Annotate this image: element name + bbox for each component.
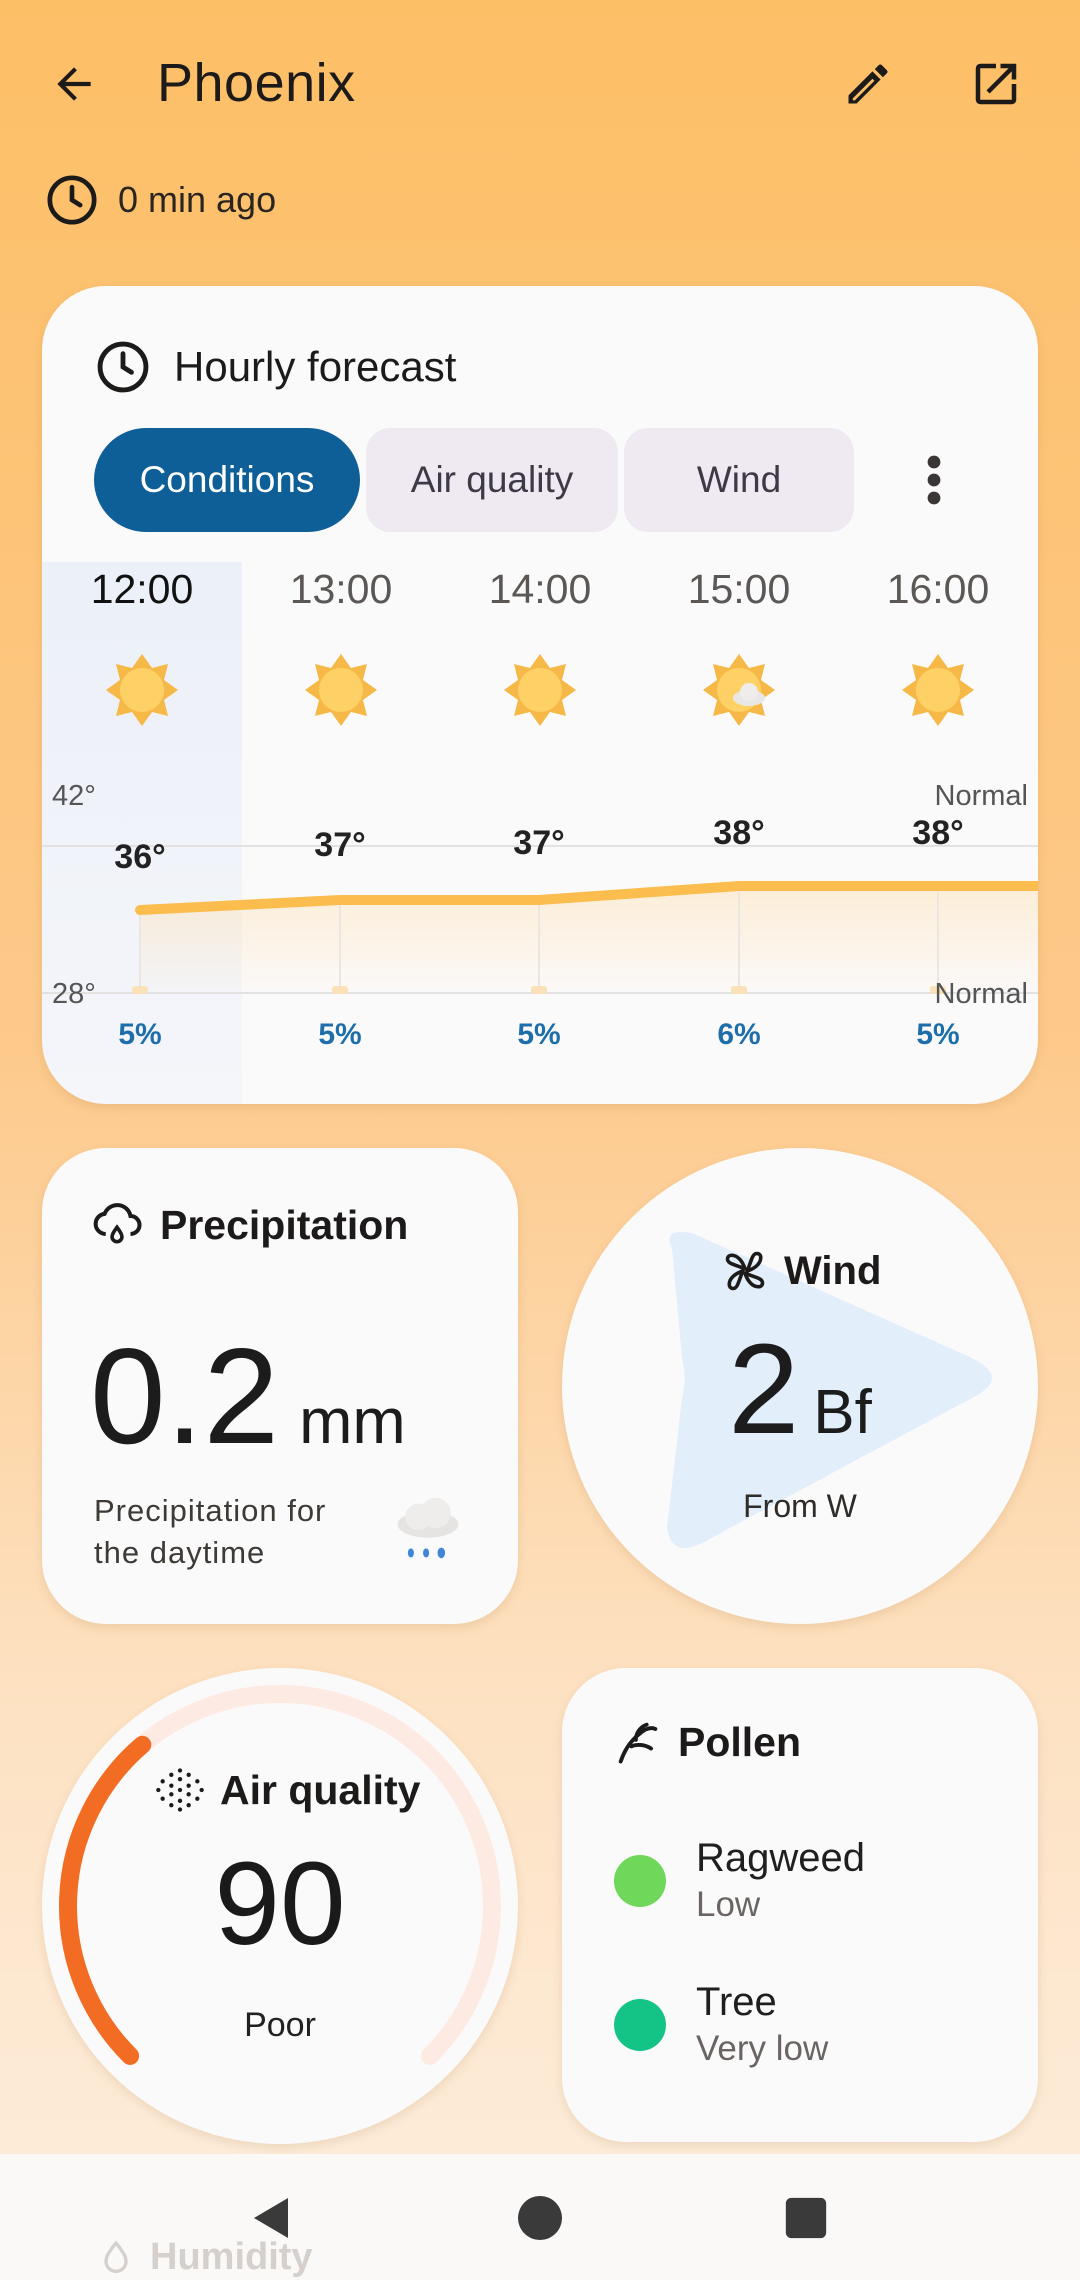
pollen-card[interactable]: Pollen Ragweed Low Tree Very low [562,1668,1038,2142]
wind-title: Wind [784,1248,882,1293]
last-updated: 0 min ago [44,172,276,228]
nav-home-button[interactable] [508,2186,572,2250]
hour-time: 13:00 [289,566,393,612]
wind-value: 2 [728,1318,800,1461]
air-quality-level: Poor [244,2006,316,2044]
hour-temp: 38° [912,814,964,852]
air-quality-index: 90 [214,1838,346,1970]
air-particles-icon [156,1768,204,1812]
arrow-left-icon [57,67,91,101]
hour-time: 16:00 [886,566,990,612]
hourly-header: Hourly forecast [94,338,456,396]
hour-column[interactable]: 15:00 [639,566,839,613]
nav-back-button[interactable] [240,2186,304,2250]
hour-time: 14:00 [488,566,592,612]
hour-precip-chance: 6% [717,1018,761,1051]
wind-direction: From W [743,1488,857,1524]
nav-recents-icon [785,2197,827,2239]
updated-text: 0 min ago [118,179,277,220]
hour-time: 12:00 [90,566,194,612]
sun-icon [504,654,576,726]
pollen-level-indicator [614,1854,666,1907]
hour-column[interactable]: 14:00 [440,566,640,613]
scale-low-temp: 28° [52,978,96,1010]
hour-column[interactable]: 16:00 [838,566,1038,613]
pollen-level-indicator [614,1998,666,2051]
pencil-icon [848,64,888,104]
tab-conditions[interactable]: Conditions [94,428,360,532]
tab-wind[interactable]: Wind [624,428,854,532]
pollen-level: Very low [696,2029,829,2068]
air-quality-title: Air quality [220,1766,421,1813]
pollen-item-ragweed: Ragweed Low [614,1836,865,1925]
precipitation-card[interactable]: Precipitation 0.2 mm Precipitation for t… [42,1148,518,1624]
hourly-title: Hourly forecast [174,343,457,390]
plant-icon [618,1722,658,1764]
rain-cloud-icon [397,1497,459,1559]
precipitation-header: Precipitation [90,1198,408,1252]
rain-cloud-outline-icon [93,1203,142,1244]
sun-icon [106,654,178,726]
clock-icon [97,341,149,393]
open-in-new-button[interactable] [958,46,1034,122]
hour-column[interactable]: 12:00 [42,566,242,613]
precipitation-amount: 0.2 mm [90,1318,406,1474]
back-button[interactable] [36,46,112,122]
humidity-icon [104,2239,128,2273]
fan-icon [725,1251,765,1291]
hour-time: 15:00 [687,566,791,612]
pollen-header: Pollen [612,1716,801,1768]
precipitation-description: Precipitation for the daytime [94,1493,327,1570]
scale-high-temp: 42° [52,780,96,812]
more-options-button[interactable] [900,446,968,514]
nav-recents-button[interactable] [774,2186,838,2250]
nav-back-icon [254,2198,288,2238]
hour-precip-chance: 5% [517,1018,561,1051]
hour-precip-chance: 5% [318,1018,362,1051]
open-in-new-icon [975,63,1017,105]
pollen-level: Low [696,1885,761,1924]
scale-low-label: Normal [934,978,1028,1010]
sun-cloud-icon [703,654,775,726]
tab-air-quality[interactable]: Air quality [366,428,618,532]
hour-temp: 37° [513,824,565,862]
sun-icon [902,654,974,726]
hourly-forecast-card[interactable]: Hourly forecast Conditions Air quality W… [42,286,1038,1104]
edit-button[interactable] [830,46,906,122]
nav-home-icon [518,2196,562,2240]
precipitation-unit: mm [299,1385,406,1457]
wind-card[interactable]: Wind 2 Bf From W [562,1148,1038,1624]
more-vert-icon [927,455,941,505]
air-quality-card[interactable]: Air quality 90 Poor [42,1668,518,2144]
hour-precip-chance: 5% [916,1018,960,1051]
sun-icon [305,654,377,726]
hour-temp: 36° [114,838,166,876]
air-quality-header: Air quality [154,1764,420,1816]
hour-temp: 38° [713,814,765,852]
wind-unit: Bf [813,1378,872,1447]
precipitation-value: 0.2 [90,1320,280,1472]
pollen-name: Tree [696,1980,777,2024]
hour-column[interactable]: 13:00 [241,566,441,613]
hour-temp: 37° [314,826,366,864]
hour-precip-chance: 5% [118,1018,162,1051]
pollen-item-tree: Tree Very low [614,1980,828,2069]
pollen-name: Ragweed [696,1836,866,1880]
pollen-title: Pollen [678,1718,802,1765]
wind-header: Wind [718,1244,881,1298]
clock-icon [47,175,97,225]
precipitation-title: Precipitation [160,1201,409,1248]
scale-high-label: Normal [934,780,1028,812]
page-title: Phoenix [157,53,356,113]
wind-speed: 2 Bf [562,1316,1038,1463]
